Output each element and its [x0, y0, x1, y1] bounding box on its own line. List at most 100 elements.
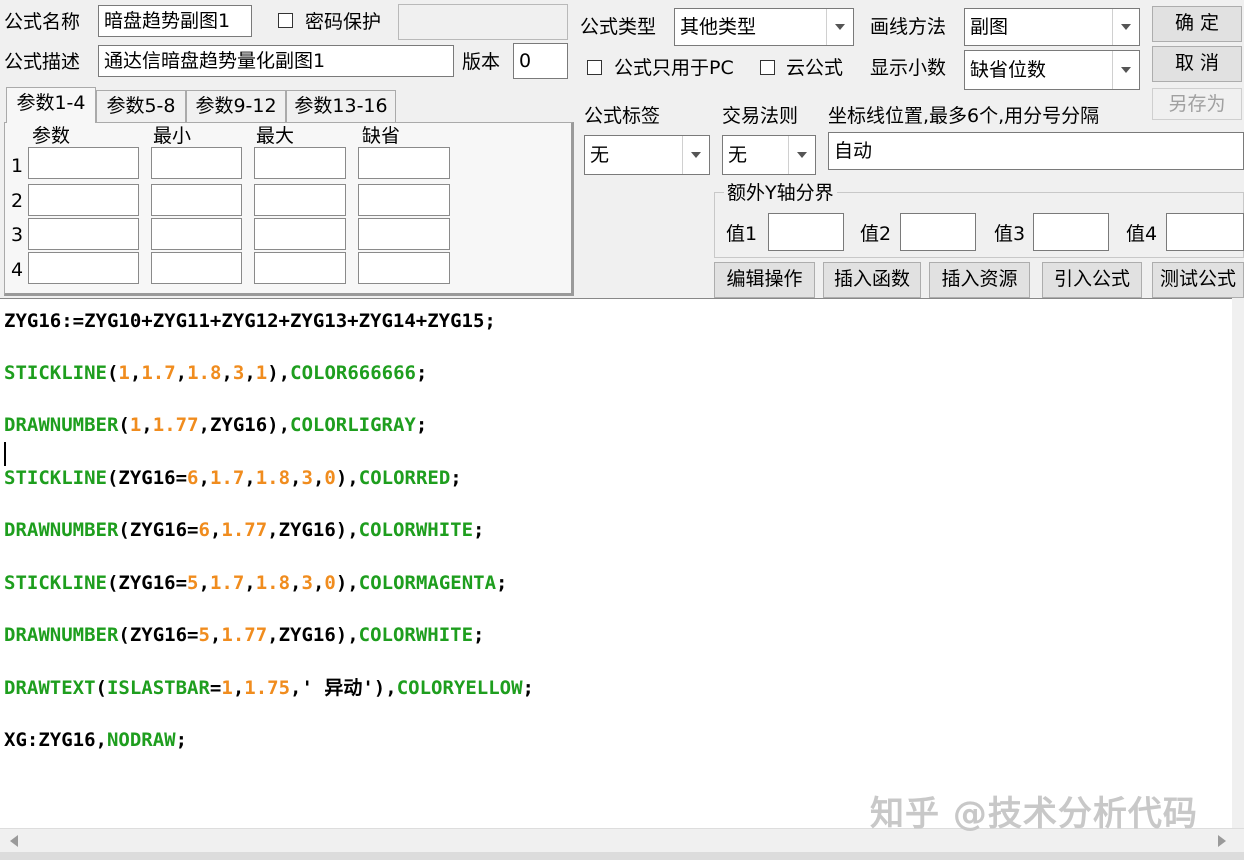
- code-token: ,: [312, 467, 325, 489]
- trade-rule-value: 无: [728, 144, 748, 166]
- param-2-min-input[interactable]: [151, 184, 242, 216]
- draw-method-select[interactable]: 副图: [964, 8, 1140, 46]
- code-line: DRAWNUMBER(ZYG16=6,1.77,ZYG16),COLORWHIT…: [4, 518, 485, 542]
- code-token: ,: [129, 362, 142, 384]
- code-token: 5: [187, 572, 199, 594]
- code-token: (ZYG16=: [106, 467, 188, 489]
- code-token: 1.8: [255, 467, 291, 489]
- save-as-button[interactable]: 另存为: [1152, 88, 1242, 120]
- code-line: XG:ZYG16,NODRAW;: [4, 728, 187, 752]
- tab-params-13-16[interactable]: 参数13-16: [286, 90, 396, 122]
- code-token: ;: [175, 729, 188, 751]
- formula-tag-label: 公式标签: [584, 105, 661, 127]
- code-token: 1.7: [209, 572, 245, 594]
- param-3-min-input[interactable]: [151, 218, 242, 250]
- cancel-button[interactable]: 取 消: [1152, 46, 1242, 82]
- code-token: ,: [141, 414, 153, 436]
- code-token: COLORLIGRAY: [290, 414, 416, 436]
- param-row-number: 4: [11, 259, 24, 281]
- val1-input[interactable]: [768, 213, 844, 251]
- password-checkbox[interactable]: [278, 13, 293, 28]
- formula-type-label: 公式类型: [580, 16, 657, 38]
- val2-input[interactable]: [900, 213, 976, 251]
- tab-params-1-4[interactable]: 参数1-4: [6, 87, 96, 123]
- axis-lines-label: 坐标线位置,最多6个,用分号分隔: [828, 105, 1100, 127]
- code-token: (: [118, 414, 130, 436]
- param-4-name-input[interactable]: [28, 252, 139, 284]
- axis-lines-input[interactable]: 自动: [828, 132, 1244, 170]
- trade-rule-select[interactable]: 无: [722, 135, 816, 175]
- param-2-default-input[interactable]: [358, 184, 450, 216]
- code-token: (: [95, 677, 107, 699]
- param-2-max-input[interactable]: [254, 184, 346, 216]
- decimals-select[interactable]: 缺省位数: [964, 50, 1140, 90]
- code-token: ,: [312, 572, 325, 594]
- import-formula-button[interactable]: 引入公式: [1042, 262, 1142, 298]
- param-3-default-input[interactable]: [358, 218, 450, 250]
- param-3-name-input[interactable]: [28, 218, 139, 250]
- formula-desc-input[interactable]: 通达信暗盘趋势量化副图1: [98, 45, 454, 77]
- formula-tag-value: 无: [590, 144, 610, 166]
- params-header-max: 最大: [256, 125, 295, 147]
- pc-only-checkbox[interactable]: [587, 60, 602, 75]
- code-editor[interactable]: ZYG16:=ZYG10+ZYG11+ZYG12+ZYG13+ZYG14+ZYG…: [0, 298, 1232, 829]
- params-header-name: 参数: [32, 125, 71, 147]
- insert-resource-button[interactable]: 插入资源: [929, 262, 1030, 298]
- window-bottom-edge: [0, 852, 1244, 860]
- param-4-min-input[interactable]: [151, 252, 242, 284]
- code-token: ;: [450, 467, 462, 489]
- code-token: (ZYG16=: [118, 624, 199, 646]
- val4-input[interactable]: [1166, 213, 1244, 251]
- param-1-min-input[interactable]: [151, 147, 242, 179]
- chevron-down-icon: [682, 136, 709, 174]
- ok-button[interactable]: 确 定: [1152, 6, 1242, 42]
- code-token: 3: [301, 572, 313, 594]
- val3-input[interactable]: [1033, 213, 1109, 251]
- vertical-scrollbar[interactable]: [1232, 298, 1244, 828]
- param-1-max-input[interactable]: [254, 147, 346, 179]
- code-token: ;: [522, 677, 534, 699]
- param-4-max-input[interactable]: [254, 252, 346, 284]
- edit-operations-button[interactable]: 编辑操作: [714, 262, 815, 298]
- code-token: 1.77: [221, 519, 268, 541]
- code-token: ,: [198, 572, 210, 594]
- code-token: 1: [255, 362, 268, 384]
- code-token: NODRAW: [106, 729, 176, 751]
- code-token: COLORWHITE: [358, 624, 474, 646]
- code-token: ;: [496, 572, 508, 594]
- code-token: ;: [473, 624, 485, 646]
- code-token: ,: [209, 519, 222, 541]
- scroll-left-arrow-icon[interactable]: [10, 835, 18, 847]
- code-token: STICKLINE: [4, 362, 107, 384]
- insert-function-button[interactable]: 插入函数: [823, 262, 921, 298]
- tab-params-5-8[interactable]: 参数5-8: [96, 90, 186, 122]
- code-token: (ZYG16=: [106, 572, 188, 594]
- scroll-right-arrow-icon[interactable]: [1218, 835, 1226, 847]
- formula-tag-select[interactable]: 无: [584, 135, 710, 175]
- param-2-name-input[interactable]: [28, 184, 139, 216]
- formula-name-input[interactable]: 暗盘趋势副图1: [98, 5, 252, 37]
- param-4-default-input[interactable]: [358, 252, 450, 284]
- code-token: ,: [244, 362, 256, 384]
- code-token: DRAWNUMBER: [4, 414, 119, 436]
- test-formula-button[interactable]: 测试公式: [1152, 262, 1244, 298]
- password-input[interactable]: [398, 4, 568, 40]
- version-input[interactable]: 0: [513, 43, 568, 79]
- param-1-default-input[interactable]: [358, 147, 450, 179]
- draw-method-value: 副图: [970, 16, 1009, 38]
- code-token: ),: [267, 362, 291, 384]
- code-token: ,: [290, 467, 302, 489]
- code-token: ;: [415, 362, 428, 384]
- cloud-checkbox[interactable]: [760, 60, 775, 75]
- code-token: ,: [232, 677, 245, 699]
- formula-type-select[interactable]: 其他类型: [674, 8, 854, 46]
- tab-params-9-12[interactable]: 参数9-12: [186, 90, 286, 122]
- param-3-max-input[interactable]: [254, 218, 346, 250]
- code-token: COLORRED: [358, 467, 451, 489]
- code-token: ;: [473, 519, 485, 541]
- code-token: 1.75: [244, 677, 291, 699]
- pc-only-label: 公式只用于PC: [614, 57, 734, 79]
- param-1-name-input[interactable]: [28, 147, 139, 179]
- formula-type-value: 其他类型: [680, 16, 757, 38]
- code-token: DRAWNUMBER: [4, 624, 119, 646]
